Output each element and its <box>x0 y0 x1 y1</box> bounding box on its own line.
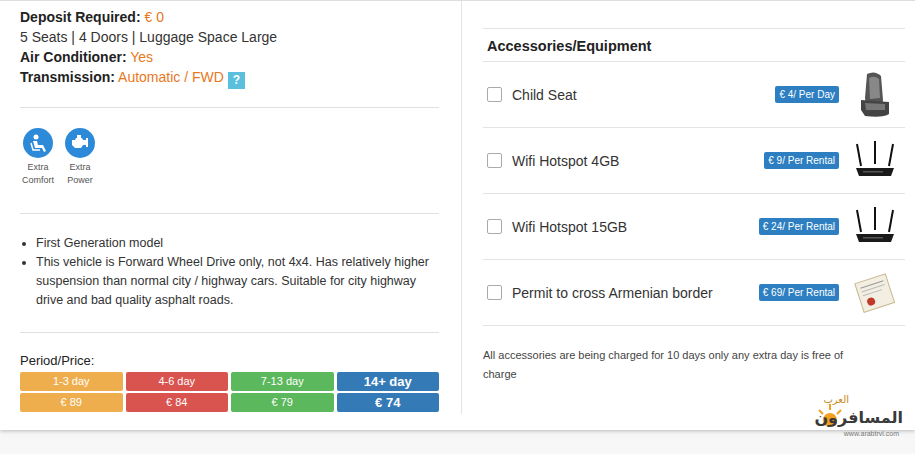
permit-document-icon <box>853 268 897 318</box>
notes-section: First Generation modelThis vehicle is Fo… <box>20 214 439 333</box>
ac-line: Air Conditioner: Yes <box>20 47 439 67</box>
transmission-line: Transmission: Automatic / FWD? <box>20 67 439 89</box>
deposit-value: € 0 <box>144 9 163 25</box>
watermark-url: www.arabtrvl.com <box>844 430 899 437</box>
watermark: العرب المسافرون www.arabtrvl.com <box>799 392 909 442</box>
capacity-line: 5 Seats | 4 Doors | Luggage Space Large <box>20 27 439 47</box>
sun-logo-icon <box>815 402 845 428</box>
features-section: Extra ComfortExtra Power <box>20 108 439 214</box>
router-icon <box>853 202 897 252</box>
notes-list: First Generation modelThis vehicle is Fo… <box>20 234 439 310</box>
accessories-note: All accessories are being charged for 10… <box>483 326 905 384</box>
note-item: First Generation model <box>36 234 439 253</box>
accessory-checkbox[interactable] <box>487 285 502 300</box>
period-price-section: Period/Price: 1-3 day4-6 day7-13 day14+ d… <box>20 333 439 412</box>
period-cell: 14+ day <box>337 372 440 391</box>
price-cell: € 89 <box>20 393 123 412</box>
engine-glyph-icon <box>69 132 91 154</box>
price-badge: € 9/ Per Rental <box>764 152 839 169</box>
accessory-image <box>853 267 897 319</box>
accessory-image <box>853 135 897 187</box>
accessory-checkbox[interactable] <box>487 87 502 102</box>
transmission-label: Transmission: <box>20 69 115 85</box>
period-cell: 1-3 day <box>20 372 123 391</box>
accessory-row[interactable]: Permit to cross Armenian border€ 69/ Per… <box>483 260 905 326</box>
accessory-row[interactable]: Child Seat€ 4/ Per Day <box>483 62 905 128</box>
accessory-row[interactable]: Wifi Hotspot 15GB€ 24/ Per Rental <box>483 194 905 260</box>
price-badge: € 69/ Per Rental <box>759 284 839 301</box>
accessory-name: Child Seat <box>512 87 775 103</box>
accessory-name: Permit to cross Armenian border <box>512 285 759 301</box>
accessory-checkbox[interactable] <box>487 219 502 234</box>
accessory-name: Wifi Hotspot 15GB <box>512 219 759 235</box>
car-details-card: Deposit Required: € 05 Seats | 4 Doors |… <box>0 0 915 430</box>
feature-label: Extra Comfort <box>18 161 58 187</box>
price-cell: € 74 <box>337 393 440 412</box>
router-icon <box>853 136 897 186</box>
price-cell: € 84 <box>126 393 229 412</box>
note-item: This vehicle is Forward Wheel Drive only… <box>36 253 439 310</box>
watermark-small: العرب <box>823 394 849 405</box>
price-grid: 1-3 day4-6 day7-13 day14+ day€ 89€ 84€ 7… <box>20 372 439 412</box>
feature-label: Extra Power <box>60 161 100 187</box>
watermark-name: المسافرون <box>814 408 903 427</box>
accessory-name: Wifi Hotspot 4GB <box>512 153 764 169</box>
accessory-checkbox[interactable] <box>487 153 502 168</box>
period-title: Period/Price: <box>20 353 439 368</box>
engine-icon <box>65 128 95 158</box>
accessories-panel: Accessories/EquipmentChild Seat€ 4/ Per … <box>462 1 915 430</box>
comfort-icon <box>23 128 53 158</box>
deposit-line: Deposit Required: € 0 <box>20 7 439 27</box>
comfort-glyph-icon <box>27 132 49 154</box>
child-seat-icon <box>853 70 897 120</box>
feature: Extra Power <box>62 128 98 187</box>
specs-section: Deposit Required: € 05 Seats | 4 Doors |… <box>20 7 439 108</box>
accessories-title: Accessories/Equipment <box>483 28 905 62</box>
price-cell: € 79 <box>231 393 334 412</box>
feature: Extra Comfort <box>20 128 56 187</box>
price-badge: € 24/ Per Rental <box>759 218 839 235</box>
vehicle-info-panel: Deposit Required: € 05 Seats | 4 Doors |… <box>0 1 462 414</box>
help-badge[interactable]: ? <box>228 72 245 89</box>
period-cell: 7-13 day <box>231 372 334 391</box>
transmission-value: Automatic / FWD <box>118 69 224 85</box>
ac-value: Yes <box>130 49 153 65</box>
price-badge: € 4/ Per Day <box>775 86 839 103</box>
accessory-row[interactable]: Wifi Hotspot 4GB€ 9/ Per Rental <box>483 128 905 194</box>
accessory-image <box>853 69 897 121</box>
period-cell: 4-6 day <box>126 372 229 391</box>
accessory-image <box>853 201 897 253</box>
ac-label: Air Conditioner: <box>20 49 127 65</box>
deposit-label: Deposit Required: <box>20 9 141 25</box>
